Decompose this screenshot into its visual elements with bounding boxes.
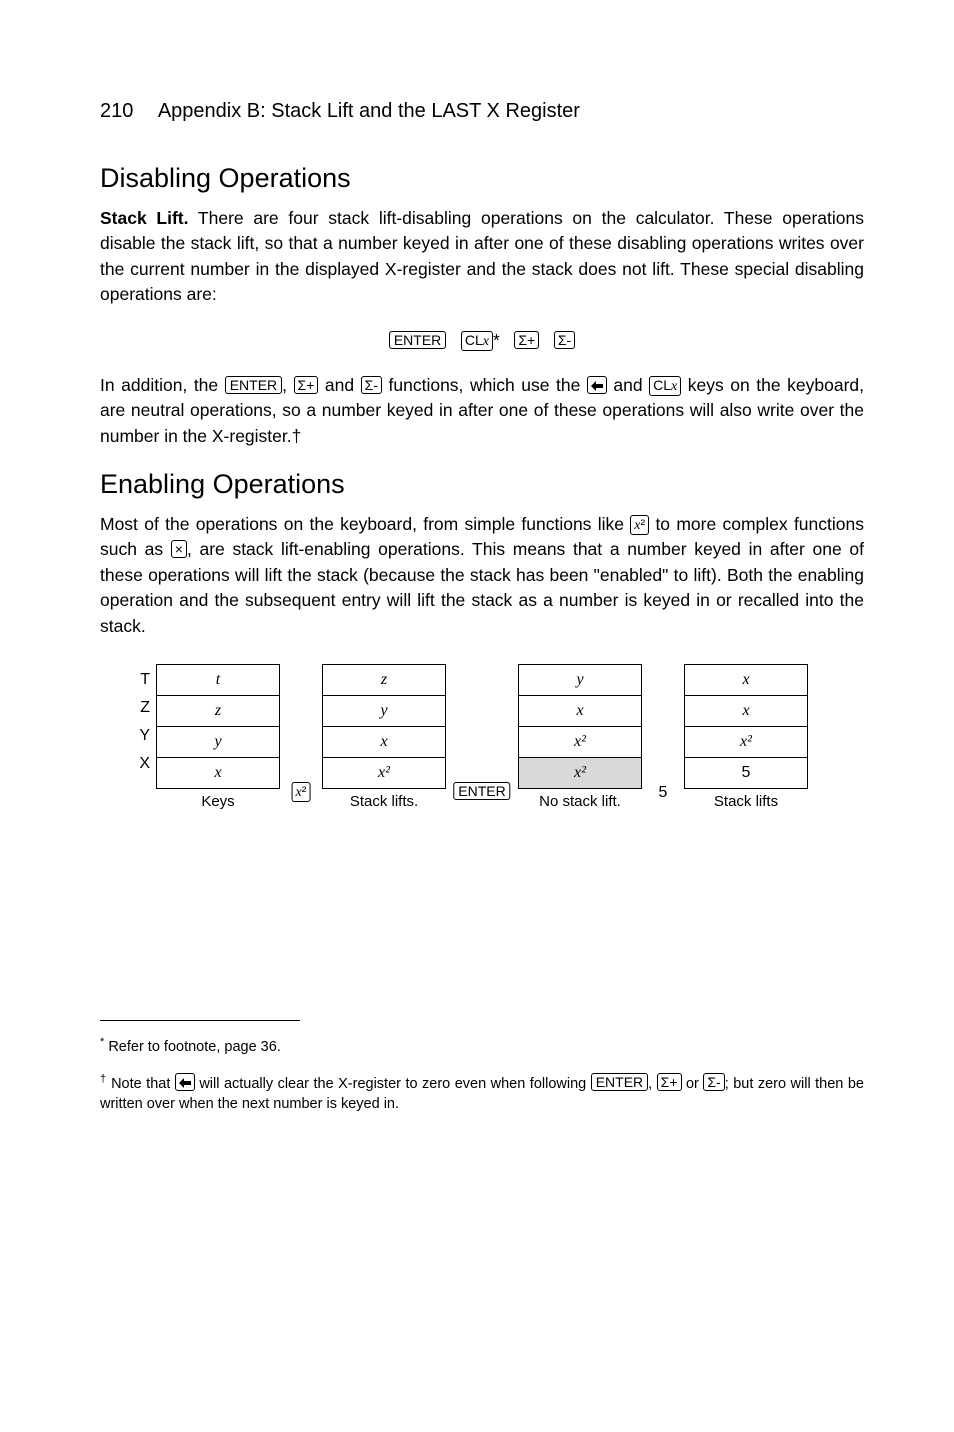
- marker: †: [100, 1073, 107, 1085]
- caption: Stack lifts: [686, 793, 806, 810]
- op-xsq: x²: [286, 664, 316, 776]
- stack-col-2: zyxx² Stack lifts.: [322, 664, 446, 810]
- enter-key: ENTER: [453, 782, 510, 800]
- xsq-key: x²: [630, 515, 649, 535]
- page-number: 210: [100, 100, 133, 122]
- sigma-plus-key: Σ+: [294, 376, 319, 394]
- enter-key: ENTER: [591, 1073, 648, 1091]
- times-key: ×: [171, 540, 187, 558]
- back-key: [587, 376, 607, 394]
- back-key: [175, 1073, 195, 1091]
- footnote-1: * Refer to footnote, page 36.: [100, 1035, 864, 1057]
- sigma-plus-key: Σ+: [657, 1073, 682, 1091]
- text: Refer to footnote, page 36.: [108, 1039, 281, 1055]
- sigma-minus-key: Σ-: [554, 331, 575, 349]
- xsq-key: x²: [292, 782, 311, 802]
- clx-key: CLx: [649, 376, 681, 396]
- section-title-enabling: Enabling Operations: [100, 469, 864, 500]
- text: or: [682, 1076, 704, 1092]
- op-digit: 5: [648, 664, 678, 776]
- enter-key: ENTER: [389, 331, 446, 349]
- sigma-minus-key: Σ-: [703, 1073, 724, 1091]
- section-title-disabling: Disabling Operations: [100, 163, 864, 194]
- page-header: 210 Appendix B: Stack Lift and the LAST …: [100, 100, 864, 123]
- text: and: [607, 375, 649, 395]
- footnote-separator: [100, 1020, 300, 1021]
- bold-label: Stack Lift.: [100, 208, 189, 228]
- text: There are four stack lift-disabling oper…: [100, 208, 864, 304]
- stack-col-1: tzyx Keys: [156, 664, 280, 810]
- marker: *: [100, 1036, 104, 1048]
- label-T: T: [130, 666, 150, 694]
- text: In addition, the: [100, 375, 225, 395]
- caption: Keys: [158, 793, 278, 810]
- enter-key: ENTER: [225, 376, 282, 394]
- text: and: [318, 375, 360, 395]
- op-enter: ENTER: [452, 664, 512, 776]
- digit-label: 5: [659, 784, 668, 802]
- text: Note that: [111, 1076, 175, 1092]
- caption: Stack lifts.: [324, 793, 444, 810]
- caption: No stack lift.: [520, 793, 640, 810]
- register-labels: T Z Y X: [130, 664, 150, 778]
- footnote-dagger: †: [292, 426, 302, 446]
- label-Z: Z: [130, 694, 150, 722]
- text: "enabled" to lift). Both the: [594, 565, 793, 585]
- para-disabling-2: In addition, the ENTER, Σ+ and Σ- functi…: [100, 373, 864, 449]
- text: will actually clear the X-register to ze…: [195, 1076, 591, 1092]
- footnote-star: *: [493, 330, 500, 350]
- key-row-disabling: ENTER CLx* Σ+ Σ-: [100, 328, 864, 353]
- sigma-plus-key: Σ+: [514, 331, 539, 349]
- stack-col-3: yxx²x² No stack lift.: [518, 664, 642, 810]
- header-title: Appendix B: Stack Lift and the LAST X Re…: [158, 100, 580, 122]
- sigma-minus-key: Σ-: [361, 376, 382, 394]
- stack-diagram: T Z Y X tzyx Keys x² zyxx² Stack lifts. …: [100, 664, 864, 810]
- label-Y: Y: [130, 722, 150, 750]
- para-disabling-intro: Stack Lift. There are four stack lift-di…: [100, 206, 864, 308]
- clx-key: CLx: [461, 331, 493, 351]
- para-enabling-1: Most of the operations on the keyboard, …: [100, 512, 864, 639]
- stack-col-4: xxx²5 Stack lifts: [684, 664, 808, 810]
- label-X: X: [130, 750, 150, 778]
- text: functions, which use the: [382, 375, 587, 395]
- text: Most of the operations on the keyboard, …: [100, 514, 630, 534]
- footnote-2: † Note that will actually clear the X-re…: [100, 1072, 864, 1114]
